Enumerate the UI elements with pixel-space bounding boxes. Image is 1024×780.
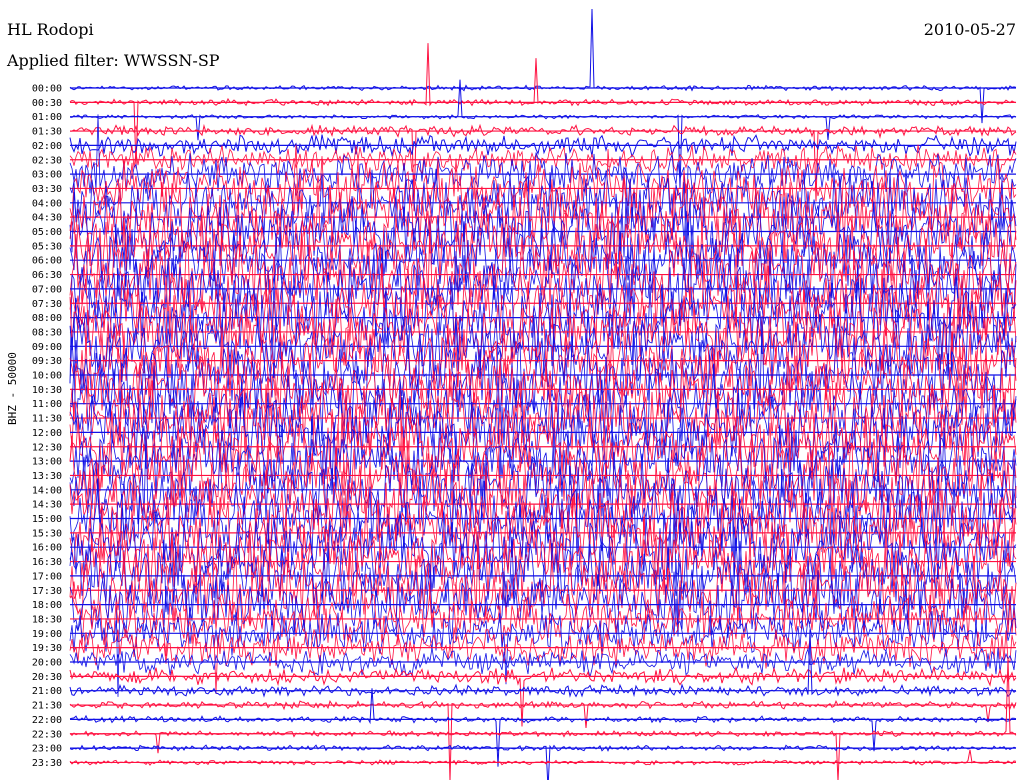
tick-label: 12:30 xyxy=(32,442,62,453)
trace-0100 xyxy=(69,79,1017,189)
trace-0830 xyxy=(69,292,1017,386)
tick-label: 03:00 xyxy=(32,170,62,181)
tick-label: 05:00 xyxy=(32,227,62,238)
trace-0000 xyxy=(69,8,1017,124)
tick-label: 19:30 xyxy=(32,643,62,654)
trace-group xyxy=(69,8,1017,780)
tick-label: 16:30 xyxy=(32,557,62,568)
tick-label: 21:30 xyxy=(32,701,62,712)
tick-label: 22:30 xyxy=(32,729,62,740)
tick-label: 06:00 xyxy=(32,256,62,267)
tick-label: 04:00 xyxy=(32,198,62,209)
tick-label: 14:00 xyxy=(32,485,62,496)
tick-label: 15:30 xyxy=(32,528,62,539)
seismogram-plot: 00:00 00:30 01:00 01:30 02:00 02:30 03:00 03:30… xyxy=(32,8,1017,780)
tick-label-group: 00:00 00:30 01:00 01:30 02:00 02:30 03:00 03:30… xyxy=(32,84,62,769)
tick-label: 03:30 xyxy=(32,184,62,195)
tick-label: 00:30 xyxy=(32,98,62,109)
tick-label: 13:00 xyxy=(32,457,62,468)
tick-label: 17:30 xyxy=(32,586,62,597)
tick-label: 19:00 xyxy=(32,629,62,640)
trace-2130 xyxy=(69,699,1017,780)
tick-label: 20:30 xyxy=(32,672,62,683)
tick-label: 02:30 xyxy=(32,155,62,166)
tick-label: 08:30 xyxy=(32,327,62,338)
tick-label: 12:00 xyxy=(32,428,62,439)
tick-label: 23:00 xyxy=(32,744,62,755)
tick-label: 00:00 xyxy=(32,84,62,95)
tick-label: 18:00 xyxy=(32,600,62,611)
tick-label: 22:00 xyxy=(32,715,62,726)
tick-label: 10:00 xyxy=(32,371,62,382)
trace-1700 xyxy=(69,536,1017,622)
tick-label: 09:00 xyxy=(32,342,62,353)
trace-2200 xyxy=(69,688,1017,767)
tick-label: 04:30 xyxy=(32,213,62,224)
tick-label: 01:00 xyxy=(32,112,62,123)
tick-label: 01:30 xyxy=(32,127,62,138)
tick-label: 08:00 xyxy=(32,313,62,324)
tick-label: 17:00 xyxy=(32,571,62,582)
tick-label: 18:30 xyxy=(32,614,62,625)
tick-label: 02:00 xyxy=(32,141,62,152)
tick-label: 07:00 xyxy=(32,284,62,295)
tick-label: 21:00 xyxy=(32,686,62,697)
tick-label: 13:30 xyxy=(32,471,62,482)
tick-label: 10:30 xyxy=(32,385,62,396)
tick-label: 16:00 xyxy=(32,543,62,554)
tick-label: 23:30 xyxy=(32,758,62,769)
tick-label: 15:00 xyxy=(32,514,62,525)
tick-label: 07:30 xyxy=(32,299,62,310)
tick-label: 05:30 xyxy=(32,241,62,252)
tick-label: 09:30 xyxy=(32,356,62,367)
tick-label: 14:30 xyxy=(32,500,62,511)
tick-label: 20:00 xyxy=(32,658,62,669)
tick-label: 11:30 xyxy=(32,414,62,425)
tick-label: 11:00 xyxy=(32,399,62,410)
tick-label: 06:30 xyxy=(32,270,62,281)
